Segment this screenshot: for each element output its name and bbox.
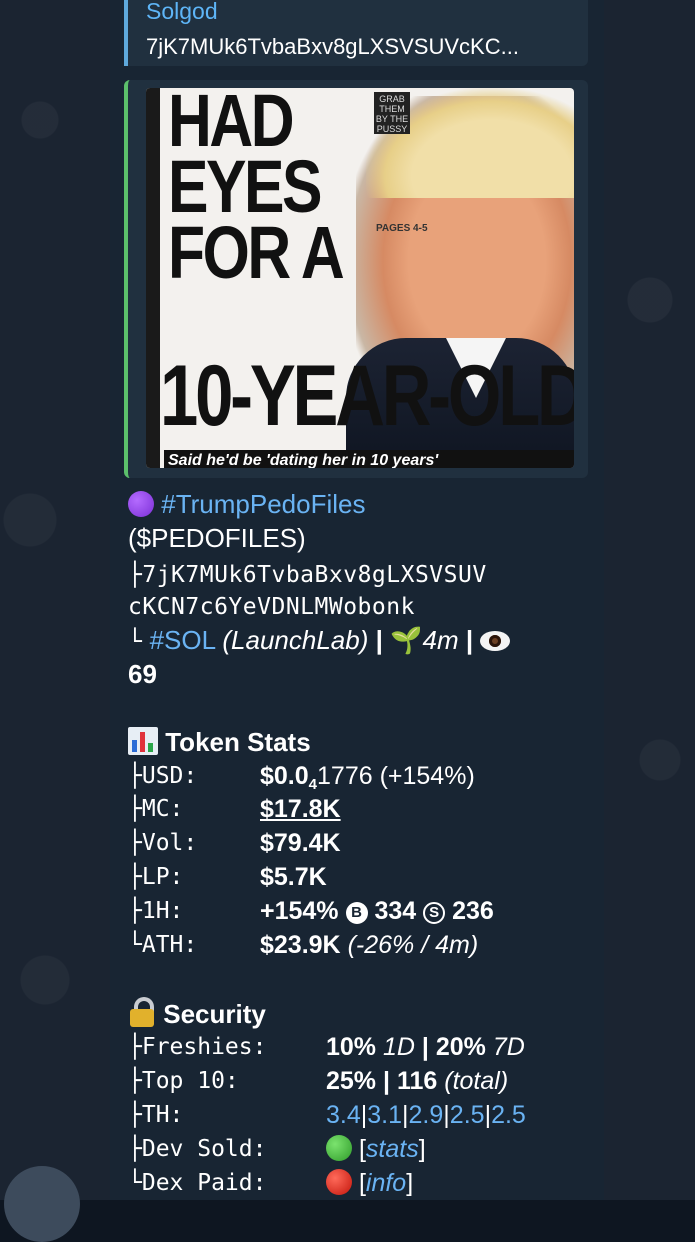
- bar-chart-icon: [128, 727, 158, 755]
- cover-tag: GRAB THEM BY THE PUSSY: [374, 92, 410, 134]
- buys-icon: B: [345, 902, 368, 924]
- stat-label-1h: ├1H:: [128, 898, 184, 924]
- top10-label: ├Top 10:: [128, 1068, 239, 1094]
- stat-value-mc-link[interactable]: $17.8K: [260, 793, 341, 826]
- sell-count: 236: [452, 897, 494, 925]
- usd-zero-count: 4: [308, 776, 318, 793]
- buy-count: 334: [374, 897, 417, 925]
- top10-pct: 25%: [326, 1067, 377, 1095]
- token-hashtag-link[interactable]: #TrumpPedoFiles: [161, 489, 365, 519]
- freshies-7d-pct: 20%: [435, 1033, 486, 1061]
- reply-text: 7jK7MUk6TvbaBxv8gLXSVSUVcKC...: [146, 34, 519, 59]
- token-age: 4m: [422, 625, 459, 655]
- reply-quote[interactable]: Solgod 7jK7MUk6TvbaBxv8gLXSVSUVcKC...: [124, 0, 588, 66]
- scroll-fab-button[interactable]: [4, 1166, 80, 1242]
- dev-sold-label: ├Dev Sold:: [128, 1136, 267, 1162]
- th-link-5[interactable]: 2.5: [491, 1101, 526, 1129]
- usd-prefix: $0.0: [260, 762, 309, 790]
- eye-icon: [480, 631, 511, 651]
- dev-sold-value: [stats]: [326, 1133, 426, 1166]
- stat-value-1h: +154% B 334 S 236: [260, 895, 494, 928]
- dev-stats-link[interactable]: stats: [366, 1135, 419, 1163]
- change-1h: +154%: [260, 897, 339, 925]
- freshies-7d-unit: 7D: [492, 1033, 525, 1061]
- preview-image[interactable]: HAD EYES FOR A GRAB THEM BY THE PUSSY PA…: [146, 88, 574, 468]
- token-title-line: #TrumpPedoFiles: [128, 488, 365, 521]
- dex-info-link[interactable]: info: [366, 1169, 406, 1197]
- token-ticker: ($PEDOFILES): [128, 523, 306, 553]
- stat-value-lp: $5.7K: [260, 863, 327, 891]
- top10-count: 116: [396, 1067, 438, 1095]
- top10-total: (total): [444, 1067, 509, 1095]
- th-link-2[interactable]: 3.1: [367, 1101, 402, 1129]
- security-heading: Security: [128, 997, 266, 1031]
- th-link-1[interactable]: 3.4: [326, 1101, 361, 1129]
- headline-line-3: FOR A: [168, 211, 345, 294]
- tree-branch: ├: [128, 562, 143, 588]
- stat-label-vol: ├Vol:: [128, 830, 198, 856]
- red-circle-icon: [326, 1169, 352, 1195]
- sprout-icon: 🌱: [390, 625, 423, 655]
- token-chain-line: └ #SOL (LaunchLab) | 🌱4m |: [128, 624, 511, 659]
- dex-paid-label: └Dex Paid:: [128, 1170, 267, 1196]
- sells-icon: S: [423, 902, 446, 924]
- address-part-1[interactable]: 7jK7MUk6TvbaBxv8gLXSVSUV: [142, 562, 486, 588]
- cover-subline: Said he'd be 'dating her in 10 years': [164, 450, 574, 468]
- security-title: Security: [163, 999, 266, 1029]
- launch-platform: (LaunchLab): [222, 625, 369, 655]
- stat-label-mc: ├MC:: [128, 796, 184, 822]
- freshies-1d-unit: 1D: [383, 1033, 415, 1061]
- separator: |: [421, 1033, 429, 1061]
- tree-end: └: [128, 629, 143, 655]
- stats-title: Token Stats: [165, 727, 311, 757]
- th-link-3[interactable]: 2.9: [409, 1101, 444, 1129]
- chain-hashtag-link[interactable]: #SOL: [150, 625, 216, 655]
- freshies-label: ├Freshies:: [128, 1034, 267, 1060]
- freshies-value: 10% 1D | 20% 7D: [326, 1031, 525, 1064]
- cover-edge: [146, 88, 160, 468]
- stat-value-vol: $79.4K: [260, 829, 341, 857]
- freshies-1d-pct: 10%: [326, 1033, 377, 1061]
- cover-headline: HAD EYES FOR A: [168, 88, 365, 294]
- stats-heading: Token Stats: [128, 726, 311, 759]
- separator: |: [383, 1067, 390, 1095]
- stat-label-usd: ├USD:: [128, 763, 198, 789]
- cover-pages: PAGES 4-5: [376, 223, 428, 234]
- separator: |: [375, 625, 383, 655]
- token-address-line-2[interactable]: cKCN7c6YeVDNLMWobonk: [128, 591, 415, 624]
- th-values: 3.4|3.1|2.9|2.5|2.5: [326, 1099, 526, 1132]
- cover-big-line: 10-YEAR-OLD: [160, 348, 574, 444]
- th-link-4[interactable]: 2.5: [450, 1101, 485, 1129]
- token-address-line-1[interactable]: ├7jK7MUk6TvbaBxv8gLXSVSUV: [128, 559, 487, 592]
- stat-value-ath: $23.9K (-26% / 4m): [260, 929, 478, 962]
- top10-value: 25% | 116 (total): [326, 1065, 508, 1098]
- th-label: ├TH:: [128, 1102, 184, 1128]
- green-circle-icon: [326, 1135, 352, 1161]
- stat-label-lp: ├LP:: [128, 864, 184, 890]
- reply-sender-name: Solgod: [146, 0, 218, 24]
- views-count: 69: [128, 659, 157, 689]
- purple-circle-icon: [128, 491, 154, 517]
- stat-label-ath: └ATH:: [128, 932, 198, 958]
- lock-icon: [128, 997, 156, 1027]
- separator: |: [465, 625, 474, 655]
- ath-change: (-26% / 4m): [347, 931, 479, 959]
- usd-price: 1776 (+154%): [317, 762, 475, 790]
- ath-value: $23.9K: [260, 931, 341, 959]
- dex-paid-value: [info]: [326, 1167, 413, 1200]
